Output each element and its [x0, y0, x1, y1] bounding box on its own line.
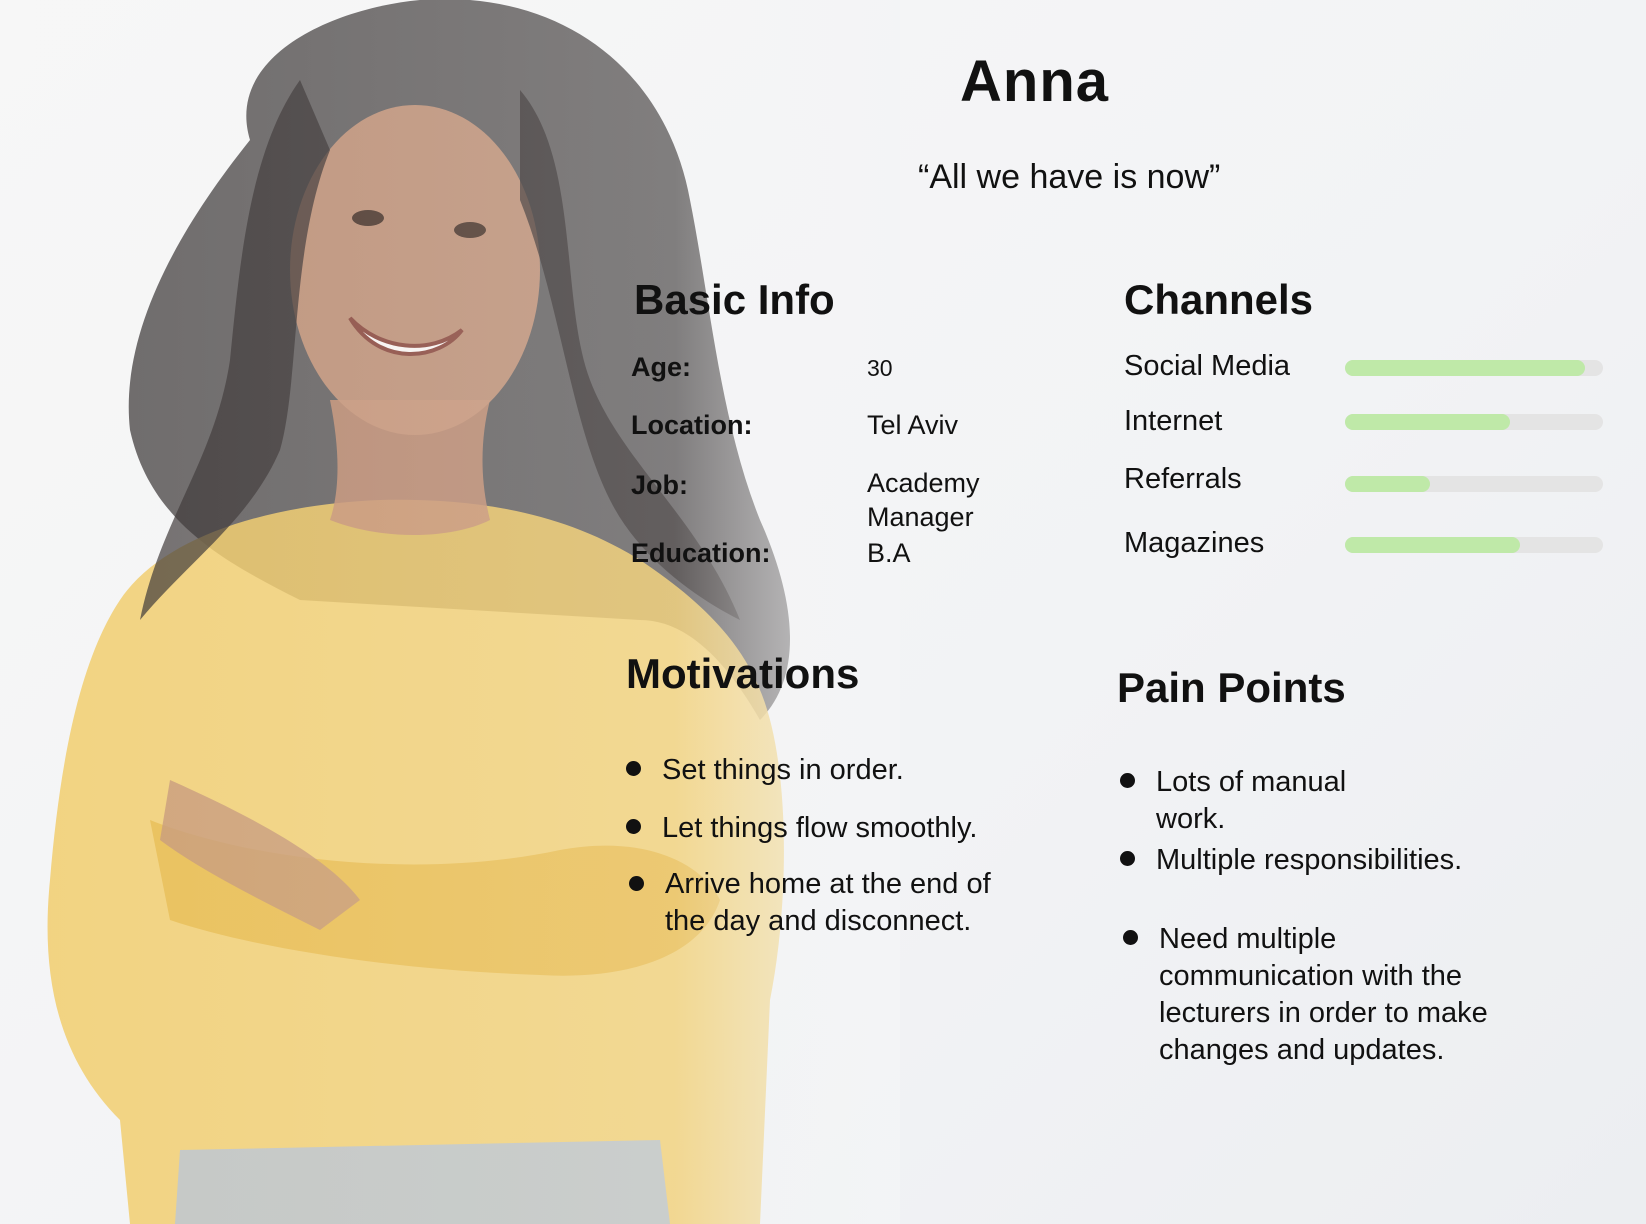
channel-fill-social-media — [1345, 360, 1585, 376]
channel-bar-social-media — [1345, 360, 1603, 376]
channels-title: Channels — [1124, 276, 1314, 323]
bullet-dot — [629, 876, 644, 891]
pain-point-item: Lots of manual work. — [1156, 766, 1347, 835]
persona-name: Anna — [960, 49, 1109, 114]
motivation-item: Arrive home at the end of the day and di… — [665, 868, 991, 937]
education-label: Education: — [631, 538, 771, 568]
channel-name-social-media: Social Media — [1124, 350, 1291, 382]
bullet-dot — [626, 819, 641, 834]
job-label: Job: — [631, 470, 688, 500]
channel-fill-magazines — [1345, 537, 1521, 553]
channel-fill-internet — [1345, 414, 1511, 430]
age-value: 30 — [867, 355, 893, 381]
pain-point-item: Multiple responsibilities. — [1156, 844, 1463, 876]
basic-info-title: Basic Info — [634, 276, 835, 323]
motivation-item: Set things in order. — [662, 754, 904, 786]
channel-bar-internet — [1345, 414, 1603, 430]
job-value: Academy Manager — [867, 468, 980, 532]
location-label: Location: — [631, 410, 753, 440]
bullet-dot — [1123, 930, 1138, 945]
channel-name-magazines: Magazines — [1124, 527, 1265, 559]
pain-point-item: Need multiple communication with the lec… — [1159, 923, 1488, 1066]
bullet-dot — [626, 761, 641, 776]
channel-name-internet: Internet — [1124, 405, 1223, 437]
channel-name-referrals: Referrals — [1124, 463, 1242, 495]
bullet-dot — [1120, 773, 1135, 788]
motivation-item: Let things flow smoothly. — [662, 812, 978, 844]
bullet-dot — [1120, 851, 1135, 866]
pain-points-title: Pain Points — [1117, 664, 1346, 711]
channel-fill-referrals — [1345, 476, 1431, 492]
education-value: B.A — [867, 538, 911, 568]
persona-photo — [0, 0, 900, 1224]
motivations-title: Motivations — [626, 650, 860, 697]
persona-quote: “All we have is now” — [918, 158, 1221, 196]
channel-bar-magazines — [1345, 537, 1603, 553]
location-value: Tel Aviv — [867, 410, 959, 440]
channel-bar-referrals — [1345, 476, 1603, 492]
age-label: Age: — [631, 352, 691, 382]
